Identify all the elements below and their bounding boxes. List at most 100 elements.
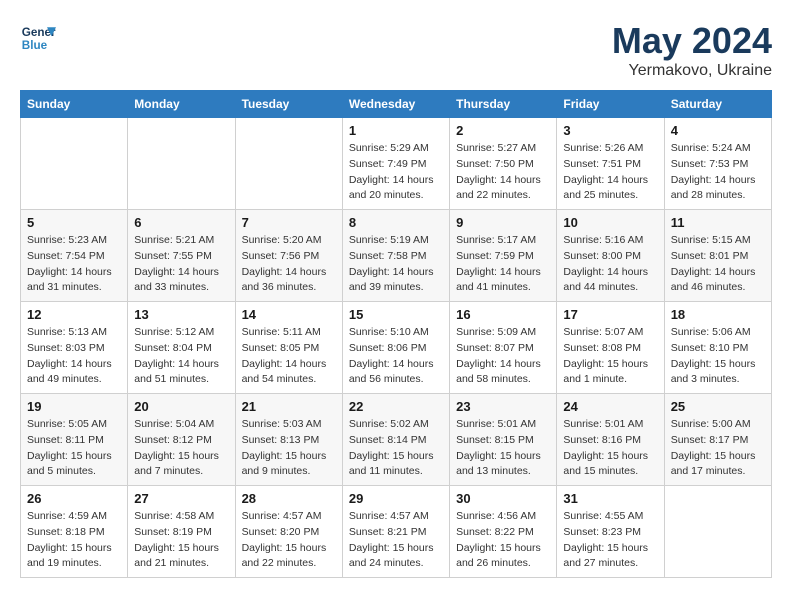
week-row-3: 12 Sunrise: 5:13 AM Sunset: 8:03 PM Dayli… [21,302,772,394]
day-number: 4 [671,123,765,138]
table-cell: 29 Sunrise: 4:57 AM Sunset: 8:21 PM Dayli… [342,486,449,578]
day-number: 15 [349,307,443,322]
week-row-4: 19Sunrise: 5:05 AM Sunset: 8:11 PM Dayli… [21,394,772,486]
table-cell: 6Sunrise: 5:21 AM Sunset: 7:55 PM Daylig… [128,210,235,302]
table-cell: 1 Sunrise: 5:29 AM Sunset: 7:49 PM Daylig… [342,118,449,210]
day-info: Sunrise: 5:06 AM Sunset: 8:10 PM Dayligh… [671,325,765,388]
day-number: 18 [671,307,765,322]
table-cell: 28 Sunrise: 4:57 AM Sunset: 8:20 PM Dayli… [235,486,342,578]
day-info: Sunrise: 5:01 AM Sunset: 8:15 PM Dayligh… [456,417,550,480]
table-cell: 3 Sunrise: 5:26 AM Sunset: 7:51 PM Daylig… [557,118,664,210]
header-saturday: Saturday [664,91,771,118]
table-cell: 21 Sunrise: 5:03 AM Sunset: 8:13 PM Dayli… [235,394,342,486]
table-cell: 5 Sunrise: 5:23 AM Sunset: 7:54 PM Daylig… [21,210,128,302]
day-info: Sunrise: 5:20 AM Sunset: 7:56 PM Dayligh… [242,233,336,296]
day-info: Sunrise: 5:19 AM Sunset: 7:58 PM Dayligh… [349,233,443,296]
table-cell: 10 Sunrise: 5:16 AM Sunset: 8:00 PM Dayli… [557,210,664,302]
day-number: 8 [349,215,443,230]
table-cell: 12 Sunrise: 5:13 AM Sunset: 8:03 PM Dayli… [21,302,128,394]
day-info: Sunrise: 5:00 AM Sunset: 8:17 PM Dayligh… [671,417,765,480]
calendar-table: Sunday Monday Tuesday Wednesday Thursday… [20,90,772,578]
table-cell: 27 Sunrise: 4:58 AM Sunset: 8:19 PM Dayli… [128,486,235,578]
day-info: Sunrise: 5:17 AM Sunset: 7:59 PM Dayligh… [456,233,550,296]
day-number: 21 [242,399,336,414]
table-cell: 17 Sunrise: 5:07 AM Sunset: 8:08 PM Dayli… [557,302,664,394]
table-cell [21,118,128,210]
table-cell: 7Sunrise: 5:20 AM Sunset: 7:56 PM Daylig… [235,210,342,302]
day-number: 9 [456,215,550,230]
day-number: 14 [242,307,336,322]
day-number: 23 [456,399,550,414]
day-number: 12 [27,307,121,322]
day-info: Sunrise: 5:07 AM Sunset: 8:08 PM Dayligh… [563,325,657,388]
day-info: Sunrise: 5:09 AM Sunset: 8:07 PM Dayligh… [456,325,550,388]
day-number: 22 [349,399,443,414]
table-cell: 8 Sunrise: 5:19 AM Sunset: 7:58 PM Daylig… [342,210,449,302]
day-info: Sunrise: 5:23 AM Sunset: 7:54 PM Dayligh… [27,233,121,296]
day-info: Sunrise: 5:24 AM Sunset: 7:53 PM Dayligh… [671,141,765,204]
table-cell: 18 Sunrise: 5:06 AM Sunset: 8:10 PM Dayli… [664,302,771,394]
day-info: Sunrise: 5:12 AM Sunset: 8:04 PM Dayligh… [134,325,228,388]
day-number: 29 [349,491,443,506]
day-info: Sunrise: 5:03 AM Sunset: 8:13 PM Dayligh… [242,417,336,480]
header-tuesday: Tuesday [235,91,342,118]
day-number: 10 [563,215,657,230]
day-info: Sunrise: 4:57 AM Sunset: 8:21 PM Dayligh… [349,509,443,572]
day-number: 6 [134,215,228,230]
weekday-header-row: Sunday Monday Tuesday Wednesday Thursday… [21,91,772,118]
day-info: Sunrise: 5:16 AM Sunset: 8:00 PM Dayligh… [563,233,657,296]
day-info: Sunrise: 4:57 AM Sunset: 8:20 PM Dayligh… [242,509,336,572]
day-info: Sunrise: 5:01 AM Sunset: 8:16 PM Dayligh… [563,417,657,480]
table-cell: 2 Sunrise: 5:27 AM Sunset: 7:50 PM Daylig… [450,118,557,210]
day-number: 2 [456,123,550,138]
table-cell: 25 Sunrise: 5:00 AM Sunset: 8:17 PM Dayli… [664,394,771,486]
table-cell: 20 Sunrise: 5:04 AM Sunset: 8:12 PM Dayli… [128,394,235,486]
day-info: Sunrise: 5:10 AM Sunset: 8:06 PM Dayligh… [349,325,443,388]
table-cell: 9 Sunrise: 5:17 AM Sunset: 7:59 PM Daylig… [450,210,557,302]
day-number: 11 [671,215,765,230]
week-row-1: 1 Sunrise: 5:29 AM Sunset: 7:49 PM Daylig… [21,118,772,210]
day-info: Sunrise: 5:29 AM Sunset: 7:49 PM Dayligh… [349,141,443,204]
header-wednesday: Wednesday [342,91,449,118]
table-cell: 19Sunrise: 5:05 AM Sunset: 8:11 PM Dayli… [21,394,128,486]
day-number: 1 [349,123,443,138]
day-info: Sunrise: 4:59 AM Sunset: 8:18 PM Dayligh… [27,509,121,572]
logo: General Blue [20,20,56,56]
day-number: 28 [242,491,336,506]
table-cell [664,486,771,578]
day-info: Sunrise: 5:11 AM Sunset: 8:05 PM Dayligh… [242,325,336,388]
week-row-5: 26 Sunrise: 4:59 AM Sunset: 8:18 PM Dayli… [21,486,772,578]
day-number: 27 [134,491,228,506]
logo-icon: General Blue [20,20,56,56]
day-info: Sunrise: 4:55 AM Sunset: 8:23 PM Dayligh… [563,509,657,572]
day-number: 30 [456,491,550,506]
day-number: 17 [563,307,657,322]
table-cell [235,118,342,210]
day-number: 25 [671,399,765,414]
day-number: 26 [27,491,121,506]
day-number: 3 [563,123,657,138]
table-cell: 16 Sunrise: 5:09 AM Sunset: 8:07 PM Dayli… [450,302,557,394]
table-cell: 30Sunrise: 4:56 AM Sunset: 8:22 PM Dayli… [450,486,557,578]
table-cell: 15 Sunrise: 5:10 AM Sunset: 8:06 PM Dayli… [342,302,449,394]
day-info: Sunrise: 5:13 AM Sunset: 8:03 PM Dayligh… [27,325,121,388]
table-cell: 14 Sunrise: 5:11 AM Sunset: 8:05 PM Dayli… [235,302,342,394]
day-number: 20 [134,399,228,414]
day-number: 24 [563,399,657,414]
day-info: Sunrise: 5:15 AM Sunset: 8:01 PM Dayligh… [671,233,765,296]
day-info: Sunrise: 5:26 AM Sunset: 7:51 PM Dayligh… [563,141,657,204]
header-thursday: Thursday [450,91,557,118]
day-number: 5 [27,215,121,230]
day-info: Sunrise: 5:27 AM Sunset: 7:50 PM Dayligh… [456,141,550,204]
day-info: Sunrise: 4:58 AM Sunset: 8:19 PM Dayligh… [134,509,228,572]
day-info: Sunrise: 5:04 AM Sunset: 8:12 PM Dayligh… [134,417,228,480]
day-number: 31 [563,491,657,506]
table-cell: 22 Sunrise: 5:02 AM Sunset: 8:14 PM Dayli… [342,394,449,486]
location-subtitle: Yermakovo, Ukraine [612,62,772,80]
day-number: 16 [456,307,550,322]
table-cell: 4 Sunrise: 5:24 AM Sunset: 7:53 PM Daylig… [664,118,771,210]
header-friday: Friday [557,91,664,118]
day-number: 19 [27,399,121,414]
day-info: Sunrise: 5:02 AM Sunset: 8:14 PM Dayligh… [349,417,443,480]
day-number: 13 [134,307,228,322]
